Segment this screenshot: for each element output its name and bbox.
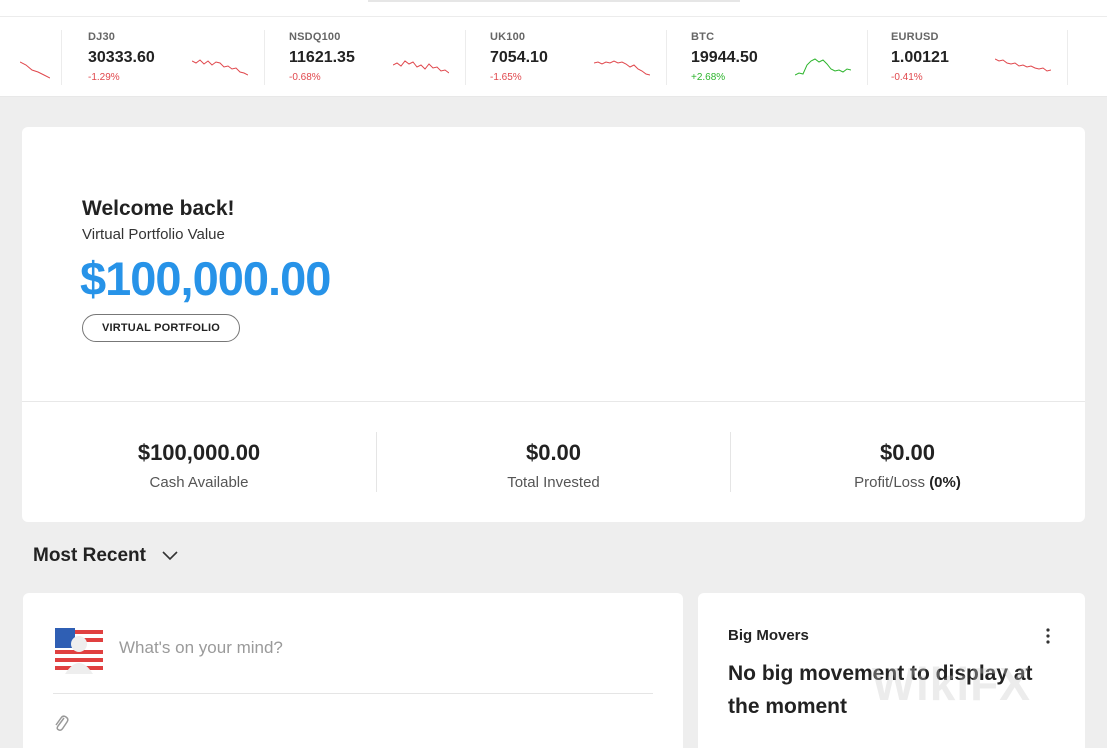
stat-percent: (0%) <box>929 474 961 491</box>
ticker-symbol: BTC <box>691 31 715 43</box>
ticker-change: -0.68% <box>289 72 321 83</box>
sparkline <box>20 61 50 79</box>
watermark: WikiFX <box>872 658 1031 710</box>
sparkline <box>393 60 449 74</box>
ticker-price: 11621.35 <box>289 49 355 66</box>
ticker-price: 19944.50 <box>691 49 758 66</box>
ticker-change: +2.68% <box>691 72 726 83</box>
stat-label: Total Invested <box>507 474 600 491</box>
welcome-heading: Welcome back! <box>82 197 235 220</box>
top-notch <box>368 0 740 2</box>
portfolio-card: Welcome back! Virtual Portfolio Value $1… <box>22 127 1085 522</box>
big-movers-title: Big Movers <box>728 627 809 644</box>
post-input[interactable] <box>119 636 639 660</box>
paperclip-icon[interactable] <box>53 713 69 733</box>
composer-divider <box>53 693 653 694</box>
sparkline <box>192 59 248 76</box>
sparkline <box>594 60 650 76</box>
sparkline <box>795 58 851 76</box>
stat-profit-loss: $0.00 Profit/Loss (0%) <box>730 432 1084 492</box>
ticker-symbol: NSDQ100 <box>289 31 341 43</box>
ticker-item-nsdq100[interactable]: NSDQ100 11621.35 -0.68% <box>265 30 466 85</box>
ticker-price: 30333.60 <box>88 49 155 66</box>
portfolio-subtitle: Virtual Portfolio Value <box>82 226 225 243</box>
stat-value: $0.00 <box>525 440 582 465</box>
ticker-symbol: EURUSD <box>891 31 939 43</box>
ticker-item-eurusd[interactable]: EURUSD 1.00121 -0.41% <box>867 30 1068 85</box>
ticker-symbol: DJ30 <box>88 31 116 43</box>
more-vertical-icon[interactable] <box>1042 627 1054 645</box>
stat-cash-available: $100,000.00 Cash Available <box>22 432 376 492</box>
top-strip <box>0 0 1107 17</box>
portfolio-value: $100,000.00 <box>80 252 331 305</box>
sparkline <box>995 58 1051 72</box>
stat-label: Profit/Loss <box>854 474 926 491</box>
stat-label-wrap: Profit/Loss (0%) <box>731 474 1084 491</box>
ticker-partial-item[interactable] <box>0 30 62 85</box>
ticker-price: 1.00121 <box>891 49 949 66</box>
ticker-item-dj30[interactable]: DJ30 30333.60 -1.29% <box>64 30 265 85</box>
avatar[interactable] <box>53 624 103 674</box>
ticker-price: 7054.10 <box>490 49 548 66</box>
post-composer <box>23 593 683 748</box>
ticker-change: -0.41% <box>891 72 923 83</box>
virtual-portfolio-button[interactable]: VIRTUAL PORTFOLIO <box>82 314 240 342</box>
ticker-symbol: UK100 <box>490 31 526 43</box>
stat-value: $100,000.00 <box>137 440 261 465</box>
stat-label: Cash Available <box>149 474 249 491</box>
feed-filter-label[interactable]: Most Recent <box>33 545 146 567</box>
stat-value: $0.00 <box>879 440 936 465</box>
ticker-change: -1.29% <box>88 72 120 83</box>
market-ticker: DJ30 30333.60 -1.29% NSDQ100 11621.35 -0… <box>0 17 1107 97</box>
divider <box>22 401 1085 402</box>
ticker-item-uk100[interactable]: UK100 7054.10 -1.65% <box>466 30 667 85</box>
ticker-item-btc[interactable]: BTC 19944.50 +2.68% <box>667 30 868 85</box>
ticker-change: -1.65% <box>490 72 522 83</box>
chevron-down-icon[interactable] <box>161 549 179 561</box>
stat-total-invested: $0.00 Total Invested <box>376 432 730 492</box>
